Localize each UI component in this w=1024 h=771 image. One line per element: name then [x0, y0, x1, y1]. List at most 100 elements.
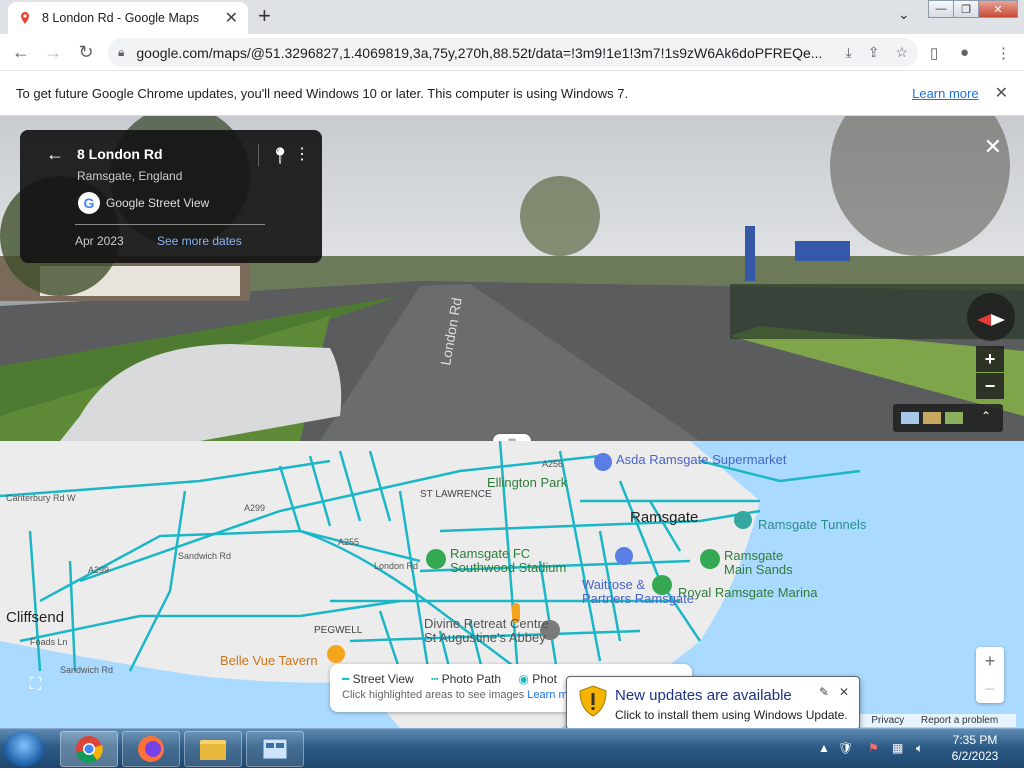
network-icon[interactable]: ▦: [892, 741, 903, 755]
map-pin-icon[interactable]: 📍︎: [270, 146, 290, 166]
install-app-icon[interactable]: ⤓: [846, 44, 852, 61]
new-tab-button[interactable]: +: [258, 4, 271, 28]
tab-google-maps[interactable]: 8 London Rd - Google Maps ✕: [8, 2, 248, 34]
url-text: google.com/maps/@51.3296827,1.4069819,3a…: [136, 44, 823, 61]
control-panel-icon: [262, 738, 288, 760]
imagery-layers-toggle[interactable]: ⌃: [893, 404, 1003, 432]
location-subtitle: Ramsgate, England: [77, 169, 183, 183]
legend-photo-path: Photo Path: [441, 672, 502, 686]
legend-photos: Phot: [532, 672, 557, 686]
legend-learn-more-link[interactable]: Learn m: [527, 689, 567, 701]
layer-thumbnail[interactable]: [923, 412, 941, 424]
close-street-view-icon[interactable]: ✕: [984, 134, 1002, 160]
privacy-link[interactable]: Privacy: [871, 715, 904, 726]
taskbar-chrome[interactable]: [60, 731, 118, 767]
see-more-dates-link[interactable]: See more dates: [157, 234, 242, 248]
capture-date: Apr 2023: [75, 234, 124, 248]
system-clock[interactable]: 7:35 PM 6/2/2023: [940, 732, 1010, 764]
compass-south-needle: [991, 314, 1005, 326]
notification-body: Click to install them using Windows Upda…: [615, 708, 848, 722]
card-divider-line: [75, 224, 265, 225]
minimize-button[interactable]: —: [928, 0, 954, 18]
expand-chevron-icon[interactable]: ⌃: [981, 409, 999, 423]
google-maps-icon: [21, 12, 29, 24]
tab-title: 8 London Rd - Google Maps: [42, 11, 200, 25]
notification-title: New updates are available: [615, 687, 792, 704]
layer-thumbnail[interactable]: [945, 412, 963, 424]
compass-icon[interactable]: [967, 293, 1015, 341]
window-close-button[interactable]: ✕: [978, 0, 1018, 18]
profile-avatar-icon[interactable]: ●: [960, 44, 969, 61]
road-label: Sandwich Rd: [178, 551, 232, 561]
street-view-line-icon: ━: [342, 672, 350, 686]
notification-close-icon[interactable]: ✕: [839, 685, 849, 699]
browser-menu-icon[interactable]: ⋮: [996, 44, 1011, 62]
road-label: A299: [244, 503, 266, 513]
place-label: PEGWELL: [314, 625, 363, 636]
sv-zoom-in-button[interactable]: +: [976, 346, 1004, 372]
street-view-source: Google Street View: [106, 196, 210, 210]
infobar-close-icon[interactable]: ✕: [995, 83, 1008, 103]
map-zoom-controls: + −: [976, 647, 1004, 703]
volume-muted-icon[interactable]: 🔈︎: [916, 741, 923, 756]
google-logo-icon: G: [78, 192, 100, 214]
infobar-message: To get future Google Chrome updates, you…: [16, 85, 629, 101]
browser-toolbar: ← → ↻ 🔒︎ google.com/maps/@51.3296827,1.4…: [0, 34, 1024, 71]
place-label[interactable]: Ellington Park: [487, 475, 567, 490]
clock-time: 7:35 PM: [952, 733, 998, 747]
map-zoom-out-button[interactable]: −: [976, 675, 1004, 703]
fullscreen-icon[interactable]: ⛶: [30, 676, 54, 700]
maximize-button[interactable]: ❐: [953, 0, 979, 18]
place-label[interactable]: Royal Ramsgate Marina: [678, 585, 817, 600]
map-zoom-in-button[interactable]: +: [976, 647, 1004, 675]
share-icon[interactable]: ⇪: [868, 44, 880, 61]
sv-zoom-out-button[interactable]: −: [976, 373, 1004, 399]
tab-close-icon[interactable]: ✕: [225, 8, 238, 28]
taskbar-explorer[interactable]: [184, 731, 242, 767]
location-title: 8 London Rd: [77, 146, 163, 162]
lock-icon[interactable]: 🔒︎: [118, 45, 124, 60]
place-label[interactable]: Ramsgate Main Sands: [724, 549, 793, 577]
place-label[interactable]: Asda Ramsgate Supermarket: [616, 453, 787, 467]
place-label[interactable]: Ramsgate FC Southwood Stadium: [450, 547, 566, 575]
road-label: London Rd: [374, 561, 419, 571]
street-view-panorama[interactable]: London Rd ← 8 London Rd Ramsgate, Englan…: [0, 116, 1024, 441]
windows-update-notification[interactable]: New updates are available Click to insta…: [566, 676, 860, 730]
report-problem-link[interactable]: Report a problem: [921, 715, 998, 726]
windows-taskbar: ▲ 🛡︎ ⚑ ▦ 🔈︎ 7:35 PM 6/2/2023: [0, 728, 1024, 768]
firefox-icon: [138, 736, 164, 762]
road-label: A299: [88, 565, 110, 575]
options-wrench-icon[interactable]: ✎: [819, 685, 829, 699]
place-label[interactable]: Belle Vue Tavern: [220, 653, 318, 668]
learn-more-link[interactable]: Learn more: [912, 86, 978, 101]
address-bar[interactable]: 🔒︎ google.com/maps/@51.3296827,1.4069819…: [108, 38, 918, 67]
tab-search-chevron-icon[interactable]: ⌄: [898, 6, 910, 23]
action-center-icon[interactable]: ⚑: [868, 741, 879, 755]
street-view-info-card: ← 8 London Rd Ramsgate, England 📍︎ ⋮ G G…: [20, 130, 322, 263]
place-label[interactable]: Divine Retreat Centre St Augustine's Abb…: [424, 617, 549, 645]
update-infobar: To get future Google Chrome updates, you…: [0, 71, 1024, 116]
place-label[interactable]: Ramsgate Tunnels: [758, 517, 866, 532]
side-panel-icon[interactable]: ▯: [930, 44, 938, 62]
bookmark-star-icon[interactable]: ☆: [895, 44, 908, 61]
taskbar-firefox[interactable]: [122, 731, 180, 767]
windows-update-tray-icon[interactable]: 🛡︎: [838, 741, 853, 755]
show-hidden-icons-icon[interactable]: ▲: [818, 741, 830, 755]
tab-strip: 8 London Rd - Google Maps ✕ + ⌄ — ❐ ✕: [0, 0, 1024, 34]
forward-arrow-icon[interactable]: →: [42, 42, 64, 63]
taskbar-control-panel[interactable]: [246, 731, 304, 767]
start-button[interactable]: [4, 731, 44, 767]
card-divider: [258, 144, 259, 166]
road-label: Foads Ln: [30, 637, 68, 647]
back-arrow-icon[interactable]: ←: [46, 144, 64, 165]
back-arrow-icon[interactable]: ←: [10, 42, 32, 63]
reload-icon[interactable]: ↻: [75, 42, 97, 63]
clock-date: 6/2/2023: [951, 749, 999, 763]
map-footer: ns Privacy Report a problem: [840, 714, 1017, 727]
place-label: Cliffsend: [6, 609, 65, 626]
folder-icon: [200, 740, 226, 760]
photo-path-icon: ┅: [431, 672, 439, 686]
photo-circle-icon: ◉: [518, 672, 529, 686]
more-options-icon[interactable]: ⋮: [294, 144, 310, 164]
layer-thumbnail[interactable]: [901, 412, 919, 424]
